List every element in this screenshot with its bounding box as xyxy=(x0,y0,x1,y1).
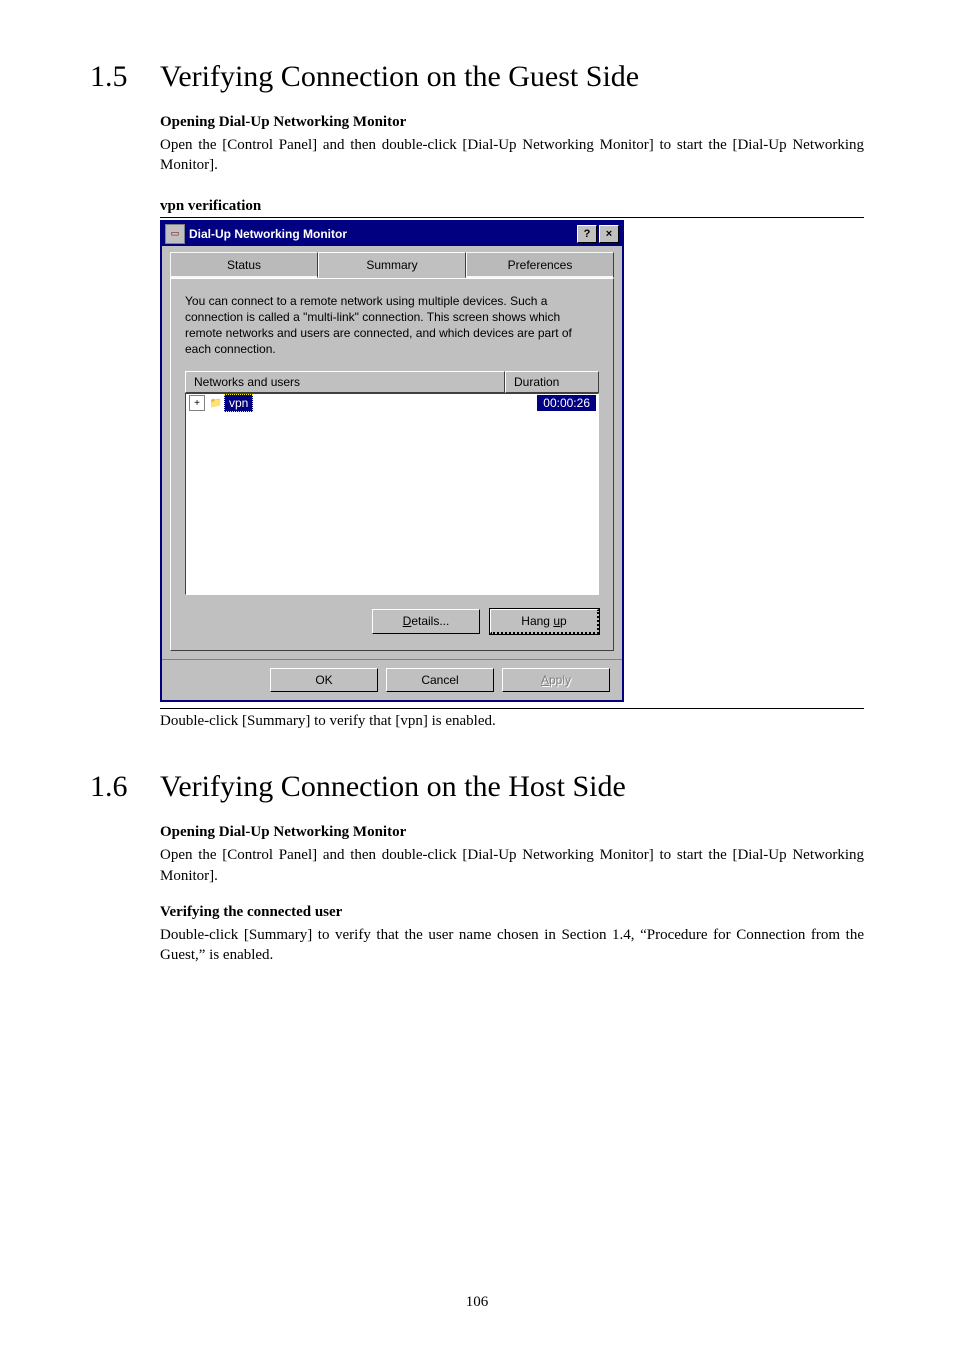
figure-footnote: Double-click [Summary] to verify that [v… xyxy=(160,708,864,730)
summary-description: You can connect to a remote network usin… xyxy=(185,293,599,358)
section-number: 1.5 xyxy=(90,60,160,94)
ok-button[interactable]: OK xyxy=(270,668,378,692)
body-verify-user: Double-click [Summary] to verify that th… xyxy=(160,925,864,966)
col-duration[interactable]: Duration xyxy=(505,371,599,393)
connection-icon: 📁 xyxy=(208,395,224,411)
tab-pane-summary: You can connect to a remote network usin… xyxy=(170,278,614,652)
close-button[interactable]: × xyxy=(599,225,619,243)
tab-row: Status Summary Preferences xyxy=(162,246,622,278)
figure-caption-vpn-verification: vpn verification xyxy=(160,198,864,215)
col-networks-users[interactable]: Networks and users xyxy=(185,371,505,393)
section-1-6-heading: 1.6 Verifying Connection on the Host Sid… xyxy=(90,770,864,804)
subheading-opening-monitor: Opening Dial-Up Networking Monitor xyxy=(160,114,864,131)
dialup-monitor-dialog: ▭ Dial-Up Networking Monitor ? × Status … xyxy=(160,220,624,703)
connections-list[interactable]: + 📁 vpn 00:00:26 xyxy=(185,393,599,595)
body-open-control-panel-2: Open the [Control Panel] and then double… xyxy=(160,845,864,886)
list-item[interactable]: + 📁 vpn 00:00:26 xyxy=(186,394,598,412)
dialog-app-icon: ▭ xyxy=(165,224,185,244)
apply-button: Apply xyxy=(502,668,610,692)
tab-summary[interactable]: Summary xyxy=(318,252,466,278)
help-button[interactable]: ? xyxy=(577,225,597,243)
dialog-titlebar: ▭ Dial-Up Networking Monitor ? × xyxy=(162,222,622,246)
cancel-button[interactable]: Cancel xyxy=(386,668,494,692)
page-number: 106 xyxy=(0,1294,954,1311)
section-title: Verifying Connection on the Host Side xyxy=(160,770,626,804)
dialog-title: Dial-Up Networking Monitor xyxy=(189,227,575,241)
section-title: Verifying Connection on the Guest Side xyxy=(160,60,639,94)
expand-icon[interactable]: + xyxy=(189,395,205,411)
details-button[interactable]: Details... xyxy=(372,609,480,634)
subheading-verify-user: Verifying the connected user xyxy=(160,904,864,921)
connection-name: vpn xyxy=(224,394,253,412)
dialog-button-row: OK Cancel Apply xyxy=(162,659,622,700)
section-1-5-heading: 1.5 Verifying Connection on the Guest Si… xyxy=(90,60,864,94)
body-open-control-panel: Open the [Control Panel] and then double… xyxy=(160,135,864,176)
connection-duration: 00:00:26 xyxy=(537,395,596,411)
subheading-opening-monitor-2: Opening Dial-Up Networking Monitor xyxy=(160,824,864,841)
section-number: 1.6 xyxy=(90,770,160,804)
list-header: Networks and users Duration xyxy=(185,371,599,393)
hangup-button[interactable]: Hang up xyxy=(490,609,599,634)
tab-status[interactable]: Status xyxy=(170,252,318,278)
tab-preferences[interactable]: Preferences xyxy=(466,252,614,278)
